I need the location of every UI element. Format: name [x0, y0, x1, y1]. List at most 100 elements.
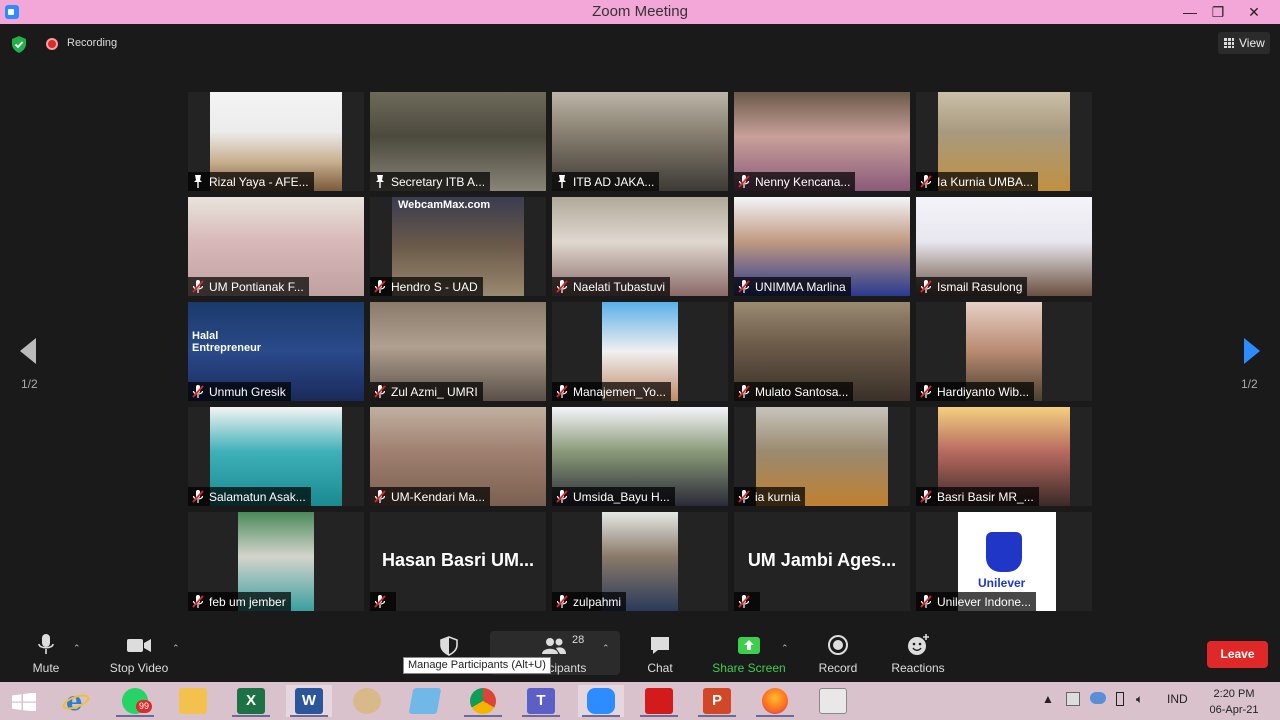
participant-tile[interactable]: WebcamMax.com Hendro S - UAD [370, 197, 546, 296]
webcam-watermark: WebcamMax.com [398, 199, 491, 211]
participant-name-bar: Manajemen_Yo... [552, 382, 671, 401]
previous-page-arrow-icon[interactable] [20, 338, 36, 364]
smiley-plus-icon [908, 634, 929, 655]
muted-microphone-icon [738, 280, 750, 293]
reactions-label: Reactions [891, 661, 945, 675]
muted-microphone-icon [738, 595, 750, 608]
mute-button[interactable]: Mute ⌃ [26, 634, 81, 675]
participant-tile[interactable]: Mulato Santosa... [734, 302, 910, 401]
stop-video-label: Stop Video [109, 661, 169, 675]
participant-name-bar: Hendro S - UAD [370, 277, 483, 296]
next-page-arrow-icon[interactable] [1244, 338, 1260, 364]
record-label: Record [818, 661, 858, 675]
leave-meeting-button[interactable]: Leave [1207, 641, 1268, 668]
recording-icon [46, 38, 58, 50]
internet-explorer-taskbar-icon[interactable]: e [53, 685, 99, 717]
battery-icon[interactable] [1116, 692, 1124, 706]
share-options-caret-icon[interactable]: ⌃ [781, 643, 789, 654]
participant-name: Nenny Kencana... [755, 174, 851, 189]
file-explorer-taskbar-icon[interactable] [170, 685, 216, 717]
participant-tile[interactable]: Unilever Unilever Indone... [916, 512, 1092, 611]
participant-name-bar [370, 592, 396, 611]
participants-caret-icon[interactable]: ⌃ [602, 643, 610, 654]
participant-tile[interactable]: UNIMMA Marlina [734, 197, 910, 296]
participant-tile[interactable]: feb um jember [188, 512, 364, 611]
participant-tile[interactable]: Hardiyanto Wib... [916, 302, 1092, 401]
windows-start-icon[interactable] [12, 693, 36, 711]
zoom-taskbar-icon[interactable] [578, 685, 624, 717]
participant-name: feb um jember [209, 594, 286, 609]
participant-tile[interactable]: Umsida_Bayu H... [552, 407, 728, 506]
participant-tile[interactable]: zulpahmi [552, 512, 728, 611]
participant-tile[interactable]: UM-Kendari Ma... [370, 407, 546, 506]
powerpoint-taskbar-icon[interactable]: P [694, 685, 740, 717]
participant-tile[interactable]: Halal Entrepreneur Unmuh Gresik [188, 302, 364, 401]
participant-tile[interactable]: Zul Azmi_ UMRI [370, 302, 546, 401]
participant-tile[interactable]: Ia Kurnia UMBA... [916, 92, 1092, 191]
taskbar-clock[interactable]: 2:20 PM 06-Apr-21 [1204, 686, 1264, 718]
participant-name-bar: Ismail Rasulong [916, 277, 1028, 296]
manage-participants-tooltip: Manage Participants (Alt+U) [403, 657, 551, 674]
security-shield-icon[interactable] [11, 36, 27, 53]
chat-button[interactable]: Chat [640, 634, 680, 675]
whatsapp-taskbar-icon[interactable]: 99 [112, 685, 158, 717]
chrome-taskbar-icon[interactable] [460, 685, 506, 717]
participants-count: 28 [572, 634, 585, 646]
volume-icon[interactable]: 🔈︎ [1136, 692, 1143, 707]
participant-tile[interactable]: Secretary ITB A... [370, 92, 546, 191]
participant-name: UM-Kendari Ma... [391, 489, 486, 504]
participant-tile[interactable]: Naelati Tubastuvi [552, 197, 728, 296]
muted-microphone-icon [920, 385, 932, 398]
clock-date: 06-Apr-21 [1209, 704, 1259, 716]
muted-microphone-icon [374, 490, 386, 503]
participant-tile[interactable]: UM Jambi Ages... [734, 512, 910, 611]
participant-tile[interactable]: ia kurnia [734, 407, 910, 506]
participant-tile[interactable]: Ismail Rasulong [916, 197, 1092, 296]
participant-name-bar: ia kurnia [734, 487, 806, 506]
chat-label: Chat [647, 661, 673, 675]
participant-tile[interactable]: Manajemen_Yo... [552, 302, 728, 401]
participant-name: Zul Azmi_ UMRI [391, 384, 478, 399]
teams-taskbar-icon[interactable]: T [518, 685, 564, 717]
participant-tile[interactable]: Basri Basir MR_... [916, 407, 1092, 506]
cloud-sync-icon[interactable] [1090, 692, 1106, 704]
pin-icon [558, 175, 566, 188]
muted-microphone-icon [556, 280, 568, 293]
maximize-button[interactable]: ❐ [1202, 0, 1234, 24]
video-options-caret-icon[interactable]: ⌃ [172, 643, 180, 654]
record-button[interactable]: Record [816, 634, 860, 675]
clock-time: 2:20 PM [1213, 688, 1255, 700]
reactions-button[interactable]: Reactions [888, 634, 948, 675]
participant-name-bar: UM-Kendari Ma... [370, 487, 491, 506]
paint-taskbar-icon[interactable] [344, 685, 390, 717]
word-taskbar-icon[interactable]: W [286, 685, 332, 717]
participant-tile[interactable]: Rizal Yaya - AFE... [188, 92, 364, 191]
participant-name-bar: Unmuh Gresik [188, 382, 291, 401]
participant-tile[interactable]: ITB AD JAKA... [552, 92, 728, 191]
participant-tile[interactable]: Hasan Basri UM... [370, 512, 546, 611]
stop-video-button[interactable]: Stop Video ⌃ [106, 634, 180, 675]
network-icon[interactable] [1066, 692, 1080, 706]
mute-options-caret-icon[interactable]: ⌃ [73, 643, 81, 654]
muted-microphone-icon [920, 490, 932, 503]
view-button[interactable]: View [1218, 32, 1270, 54]
virtual-background-text: Halal [192, 330, 219, 342]
participant-display-name: UM Jambi Ages... [747, 550, 897, 570]
share-screen-button[interactable]: Share Screen ⌃ [711, 634, 789, 675]
close-window-button[interactable]: ✕ [1238, 0, 1270, 24]
show-hidden-icons-caret-icon[interactable]: ▲ [1042, 692, 1054, 706]
participant-tile[interactable]: UM Pontianak F... [188, 197, 364, 296]
excel-taskbar-icon[interactable]: X [228, 685, 274, 717]
participant-tile[interactable]: Salamatun Asak... [188, 407, 364, 506]
participant-name: Basri Basir MR_... [937, 489, 1034, 504]
participant-name: UM Pontianak F... [209, 279, 304, 294]
control-panel-taskbar-icon[interactable] [810, 685, 856, 717]
participant-name-bar [734, 592, 760, 611]
input-language[interactable]: IND [1167, 692, 1188, 706]
muted-microphone-icon [192, 280, 204, 293]
participant-tile[interactable]: Nenny Kencana... [734, 92, 910, 191]
firefox-taskbar-icon[interactable] [752, 685, 798, 717]
notes-taskbar-icon[interactable] [402, 685, 448, 717]
security-icon[interactable] [440, 636, 458, 656]
acrobat-taskbar-icon[interactable] [636, 685, 682, 717]
